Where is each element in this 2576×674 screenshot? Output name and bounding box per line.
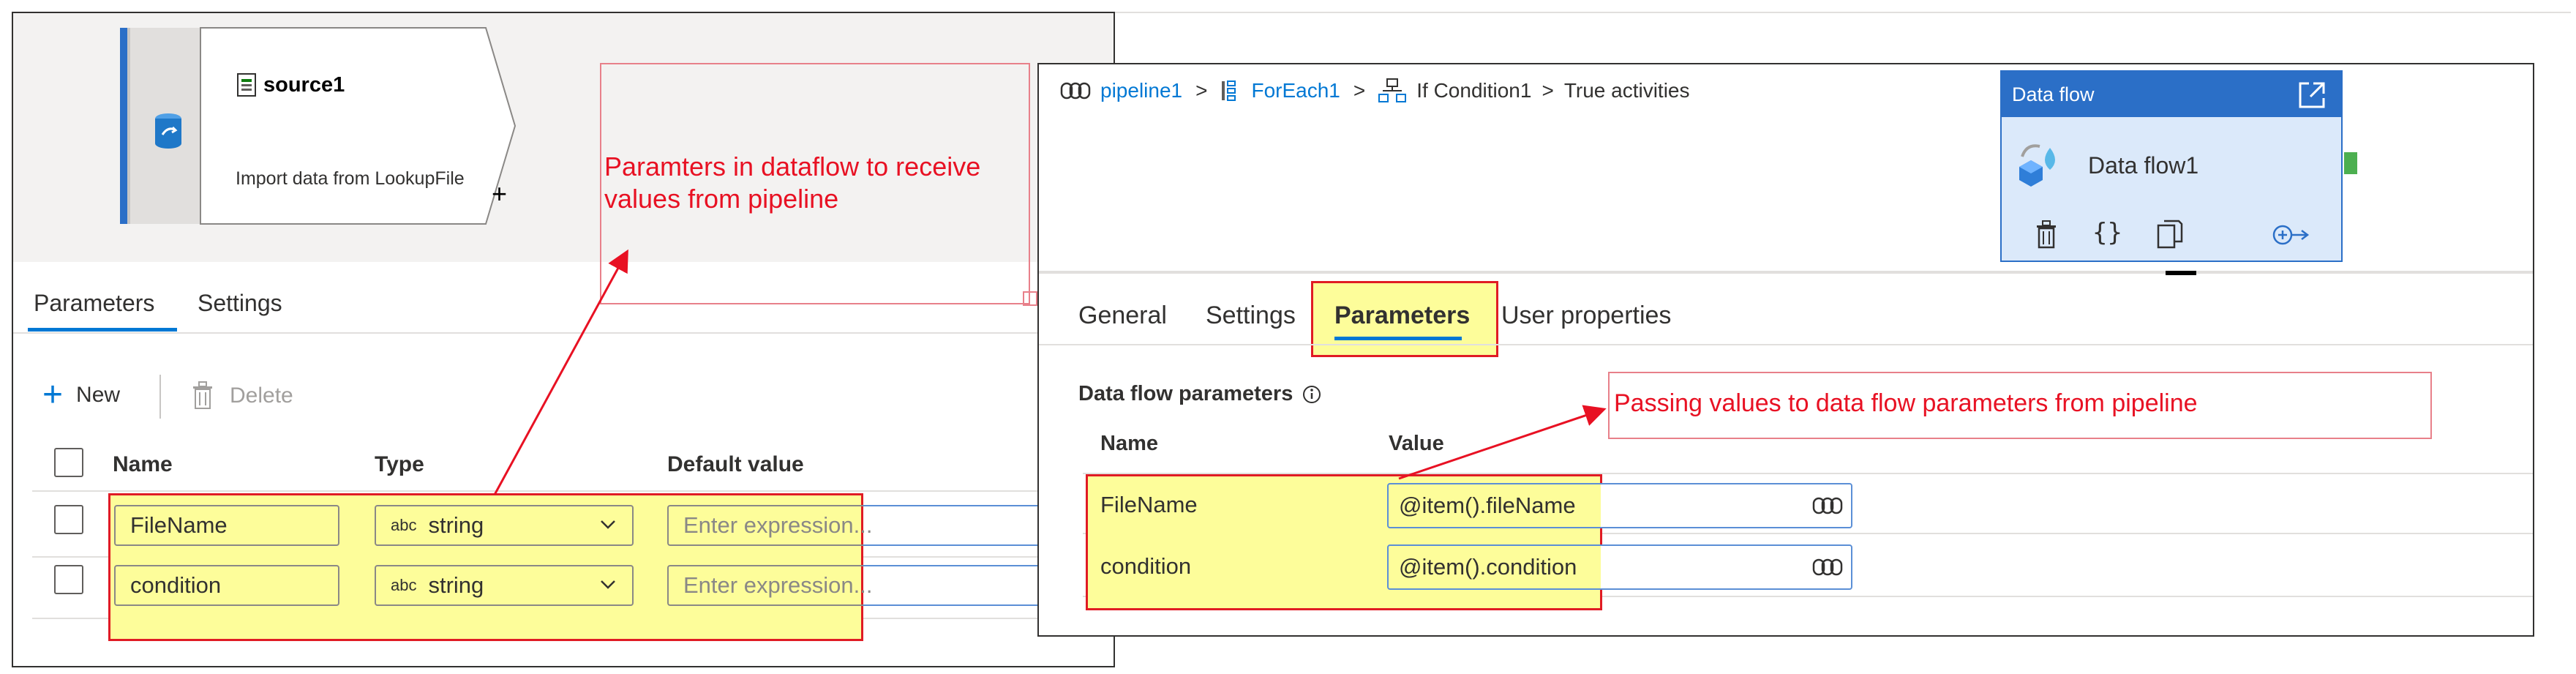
database-icon [152, 113, 184, 151]
info-icon[interactable] [1302, 384, 1322, 405]
success-output-handle[interactable] [2344, 152, 2357, 174]
param-value-input[interactable]: @item().condition [1387, 544, 1852, 590]
type-value: string [428, 512, 484, 538]
param-type-select[interactable]: abc string [375, 505, 634, 546]
file-icon [237, 73, 256, 97]
annotation-text: Passing values to data flow parameters f… [1614, 389, 2198, 417]
source-node[interactable]: source1 Import data from LookupFile [120, 27, 517, 225]
expression-icon[interactable] [1812, 496, 1843, 515]
header-divider [32, 490, 1114, 492]
if-condition-icon [1378, 78, 1407, 103]
section-title: Data flow parameters [1078, 382, 1322, 406]
param-name-input[interactable]: FileName [114, 505, 339, 546]
type-tag: abc [391, 516, 417, 534]
breadcrumb-separator: > [1353, 79, 1366, 102]
breadcrumb-foreach[interactable]: ForEach1 [1251, 79, 1340, 102]
dataflow-card[interactable]: Data flow Data flow1 {} [2000, 70, 2343, 262]
breadcrumb-separator: > [1195, 79, 1208, 102]
resize-handle[interactable] [2166, 271, 2196, 275]
node-subtitle: Import data from LookupFile [236, 168, 465, 189]
foreach-icon [1220, 80, 1238, 102]
column-name: Name [113, 452, 173, 476]
right-panel: pipeline1 > ForEach1 > If Condition1 > T… [1037, 63, 2534, 637]
tab-bar [13, 299, 1114, 334]
tab-general[interactable]: General [1078, 302, 1167, 330]
param-value-text: @item().fileName [1399, 493, 1576, 518]
param-value-input[interactable]: @item().fileName [1387, 483, 1852, 528]
row-checkbox[interactable] [54, 565, 83, 594]
type-value: string [428, 572, 484, 598]
delete-button[interactable]: Delete [192, 381, 293, 410]
dataflow-icon [2012, 138, 2065, 192]
node-title: source1 [263, 73, 345, 97]
breadcrumb-current: True activities [1563, 79, 1690, 102]
select-all-checkbox[interactable] [54, 448, 83, 477]
breadcrumb-pipeline[interactable]: pipeline1 [1100, 79, 1182, 102]
output-icon[interactable] [2272, 224, 2310, 246]
column-name: Name [1100, 432, 1158, 455]
trash-icon[interactable] [2035, 220, 2057, 249]
param-value-text: @item().condition [1399, 554, 1577, 580]
param-type-select[interactable]: abc string [375, 565, 634, 606]
expression-icon[interactable] [1812, 558, 1843, 577]
top-divider [1115, 12, 2571, 13]
row-checkbox[interactable] [54, 505, 83, 534]
tab-parameters-underline [28, 328, 177, 332]
card-header-label: Data flow [2012, 83, 2095, 105]
breadcrumb-if-condition[interactable]: If Condition1 [1416, 79, 1531, 102]
tab-parameters[interactable]: Parameters [34, 290, 154, 317]
copy-icon[interactable] [2157, 220, 2183, 249]
plus-icon[interactable]: + [492, 179, 507, 209]
braces-icon[interactable]: {} [2092, 218, 2122, 247]
tab-user-properties[interactable]: User properties [1501, 302, 1671, 330]
param-name: FileName [1100, 492, 1198, 517]
param-name-input[interactable]: condition [114, 565, 339, 606]
canvas-divider [1039, 271, 2533, 274]
tab-bar-divider [1039, 344, 2533, 345]
tab-parameters-underline [1334, 337, 1462, 340]
tab-parameters[interactable]: Parameters [1334, 302, 1470, 330]
new-label: New [76, 383, 121, 407]
column-default-value: Default value [667, 452, 804, 476]
param-name: condition [1100, 553, 1192, 579]
breadcrumb-separator: > [1542, 79, 1554, 102]
column-type: Type [375, 452, 424, 476]
type-tag: abc [391, 576, 417, 594]
section-title-label: Data flow parameters [1078, 382, 1293, 405]
external-link-icon[interactable] [2297, 80, 2327, 110]
new-button[interactable]: + New [42, 375, 121, 414]
chevron-down-icon [600, 520, 616, 530]
column-value: Value [1389, 432, 1444, 455]
annotation-text: Paramters in dataflow to receive values … [604, 151, 981, 214]
tab-settings[interactable]: Settings [1206, 302, 1296, 330]
toolbar-divider [159, 375, 161, 419]
card-title: Data flow1 [2088, 152, 2199, 179]
pipeline-icon [1060, 81, 1091, 100]
chevron-down-icon [600, 580, 616, 590]
breadcrumb: pipeline1 > ForEach1 > If Condition1 > T… [1060, 76, 1690, 105]
delete-label: Delete [230, 383, 293, 408]
plus-icon: + [42, 375, 64, 414]
left-panel: source1 Import data from LookupFile + Pa… [12, 12, 1115, 667]
tab-settings[interactable]: Settings [198, 290, 282, 317]
trash-icon [192, 381, 214, 410]
